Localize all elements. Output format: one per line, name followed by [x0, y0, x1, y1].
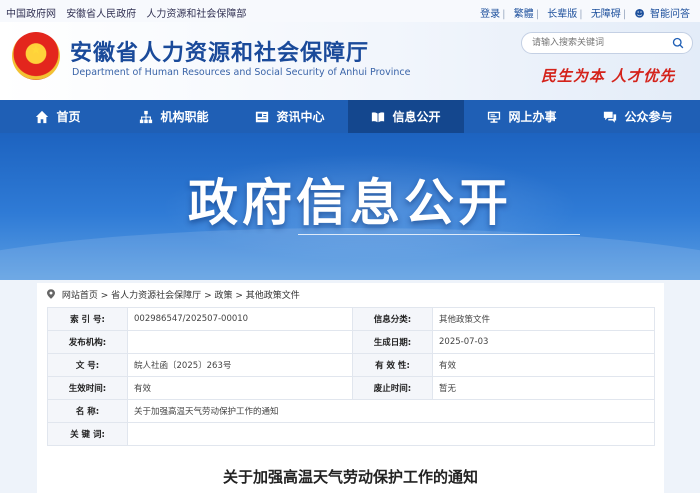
org-chart-icon	[140, 110, 153, 123]
issuer-label: 发布机构:	[47, 330, 128, 354]
nav-label: 网上办事	[508, 110, 557, 124]
chat-icon	[604, 111, 617, 123]
divider: |	[502, 9, 506, 20]
table-row: 发布机构: 生成日期: 2025-07-03	[47, 330, 655, 354]
home-icon	[36, 110, 49, 123]
link-gov-cn[interactable]: 中国政府网	[6, 9, 56, 20]
breadcrumb-policy[interactable]: 政策	[214, 291, 232, 301]
name-value: 关于加强高温天气劳动保护工作的通知	[127, 399, 655, 423]
doc-number-value: 皖人社函〔2025〕263号	[127, 353, 353, 377]
site-header: ★ 安徽省人力资源和社会保障厅 Department of Human Reso…	[0, 22, 700, 100]
search-box	[521, 32, 693, 54]
keywords-label: 关 键 词:	[47, 422, 128, 446]
name-label: 名 称:	[47, 399, 128, 423]
link-mohrss[interactable]: 人力资源和社会保障部	[146, 9, 246, 20]
open-book-icon	[372, 111, 385, 122]
table-row: 关 键 词:	[47, 422, 655, 446]
table-row: 索 引 号: 002986547/202507-00010 信息分类: 其他政策…	[47, 307, 655, 331]
breadcrumb-other-policy[interactable]: 其他政策文件	[246, 291, 300, 301]
nav-public-participation[interactable]: 公众参与	[580, 100, 696, 133]
nav-label: 机构职能	[160, 110, 209, 124]
repeal-time-value: 暂无	[432, 376, 655, 400]
banner-underline	[298, 234, 580, 235]
document-title: 关于加强高温天气劳动保护工作的通知	[222, 468, 478, 486]
category-value: 其他政策文件	[432, 307, 655, 331]
nav-news[interactable]: 资讯中心	[232, 100, 348, 133]
breadcrumb-department[interactable]: 省人力资源社会保障厅	[111, 291, 201, 301]
top-links: 中国政府网 安徽省人民政府 人力资源和社会保障部	[6, 5, 253, 20]
top-bar: 中国政府网 安徽省人民政府 人力资源和社会保障部 登录 | 繁體 | 长辈版 | 无障…	[0, 0, 700, 22]
created-date-value: 2025-07-03	[432, 330, 655, 354]
table-row: 生效时间: 有效 废止时间: 暂无	[47, 376, 655, 400]
main-nav: 首页 机构职能 资讯中心 信息公开 网上办事 公众参与	[0, 100, 700, 133]
validity-value: 有效	[432, 353, 655, 377]
nav-label: 首页	[56, 110, 81, 124]
nav-info-disclosure[interactable]: 信息公开	[348, 100, 464, 133]
repeal-time-label: 废止时间:	[352, 376, 433, 400]
nav-label: 信息公开	[392, 110, 441, 124]
news-icon	[256, 111, 269, 122]
site-subtitle: Department of Human Resources and Social…	[72, 67, 411, 78]
content-panel: 网站首页 > 省人力资源社会保障厅 > 政策 > 其他政策文件 索 引 号: 0…	[37, 283, 664, 493]
divider: |	[535, 9, 540, 20]
divider: |	[622, 9, 627, 20]
document-info-table: 索 引 号: 002986547/202507-00010 信息分类: 其他政策…	[47, 307, 655, 446]
effective-time-value: 有效	[127, 376, 353, 400]
effective-time-label: 生效时间:	[47, 376, 128, 400]
table-row: 名 称: 关于加强高温天气劳动保护工作的通知	[47, 399, 655, 423]
issuer-value	[127, 330, 353, 354]
search-input[interactable]	[532, 36, 662, 50]
table-row: 文 号: 皖人社函〔2025〕263号 有 效 性: 有效	[47, 353, 655, 377]
breadcrumb-home[interactable]: 网站首页	[62, 291, 98, 301]
login-link[interactable]: 登录	[480, 9, 500, 20]
national-emblem-icon: ★	[12, 32, 60, 80]
nav-label: 资讯中心	[276, 110, 325, 124]
breadcrumb-sep: >	[204, 291, 215, 301]
nav-home[interactable]: 首页	[0, 100, 116, 133]
top-tools: 登录 | 繁體 | 长辈版 | 无障碍 | ☻ 智能问答	[478, 5, 690, 20]
nav-organization[interactable]: 机构职能	[116, 100, 232, 133]
banner-title: 政府信息公开	[188, 174, 512, 232]
page-banner: 政府信息公开	[0, 133, 700, 280]
online-service-icon	[488, 111, 501, 123]
traditional-chinese-link[interactable]: 繁體	[514, 9, 534, 20]
breadcrumb-sep: >	[100, 291, 112, 301]
elder-mode-link[interactable]: 长辈版	[547, 9, 577, 20]
nav-label: 公众参与	[624, 110, 673, 124]
validity-label: 有 效 性:	[352, 353, 433, 377]
smart-qa-link[interactable]: 智能问答	[650, 9, 690, 20]
location-pin-icon	[47, 289, 55, 299]
divider: |	[579, 9, 583, 20]
keywords-value	[127, 422, 655, 446]
banner-arc	[0, 228, 700, 280]
search-icon[interactable]	[672, 37, 684, 49]
created-date-label: 生成日期:	[352, 330, 433, 354]
site-title[interactable]: 安徽省人力资源和社会保障厅	[70, 35, 369, 67]
nav-online-service[interactable]: 网上办事	[464, 100, 580, 133]
category-label: 信息分类:	[352, 307, 433, 331]
index-value: 002986547/202507-00010	[127, 307, 353, 331]
breadcrumb: 网站首页 > 省人力资源社会保障厅 > 政策 > 其他政策文件	[47, 288, 300, 301]
breadcrumb-sep: >	[235, 291, 246, 301]
accessibility-link[interactable]: 无障碍	[591, 9, 621, 20]
index-label: 索 引 号:	[47, 307, 128, 331]
doc-number-label: 文 号:	[47, 353, 128, 377]
robot-icon: ☻	[634, 9, 645, 20]
link-anhui-gov[interactable]: 安徽省人民政府	[66, 9, 136, 20]
slogan: 民生为本 人才优先	[541, 67, 676, 85]
